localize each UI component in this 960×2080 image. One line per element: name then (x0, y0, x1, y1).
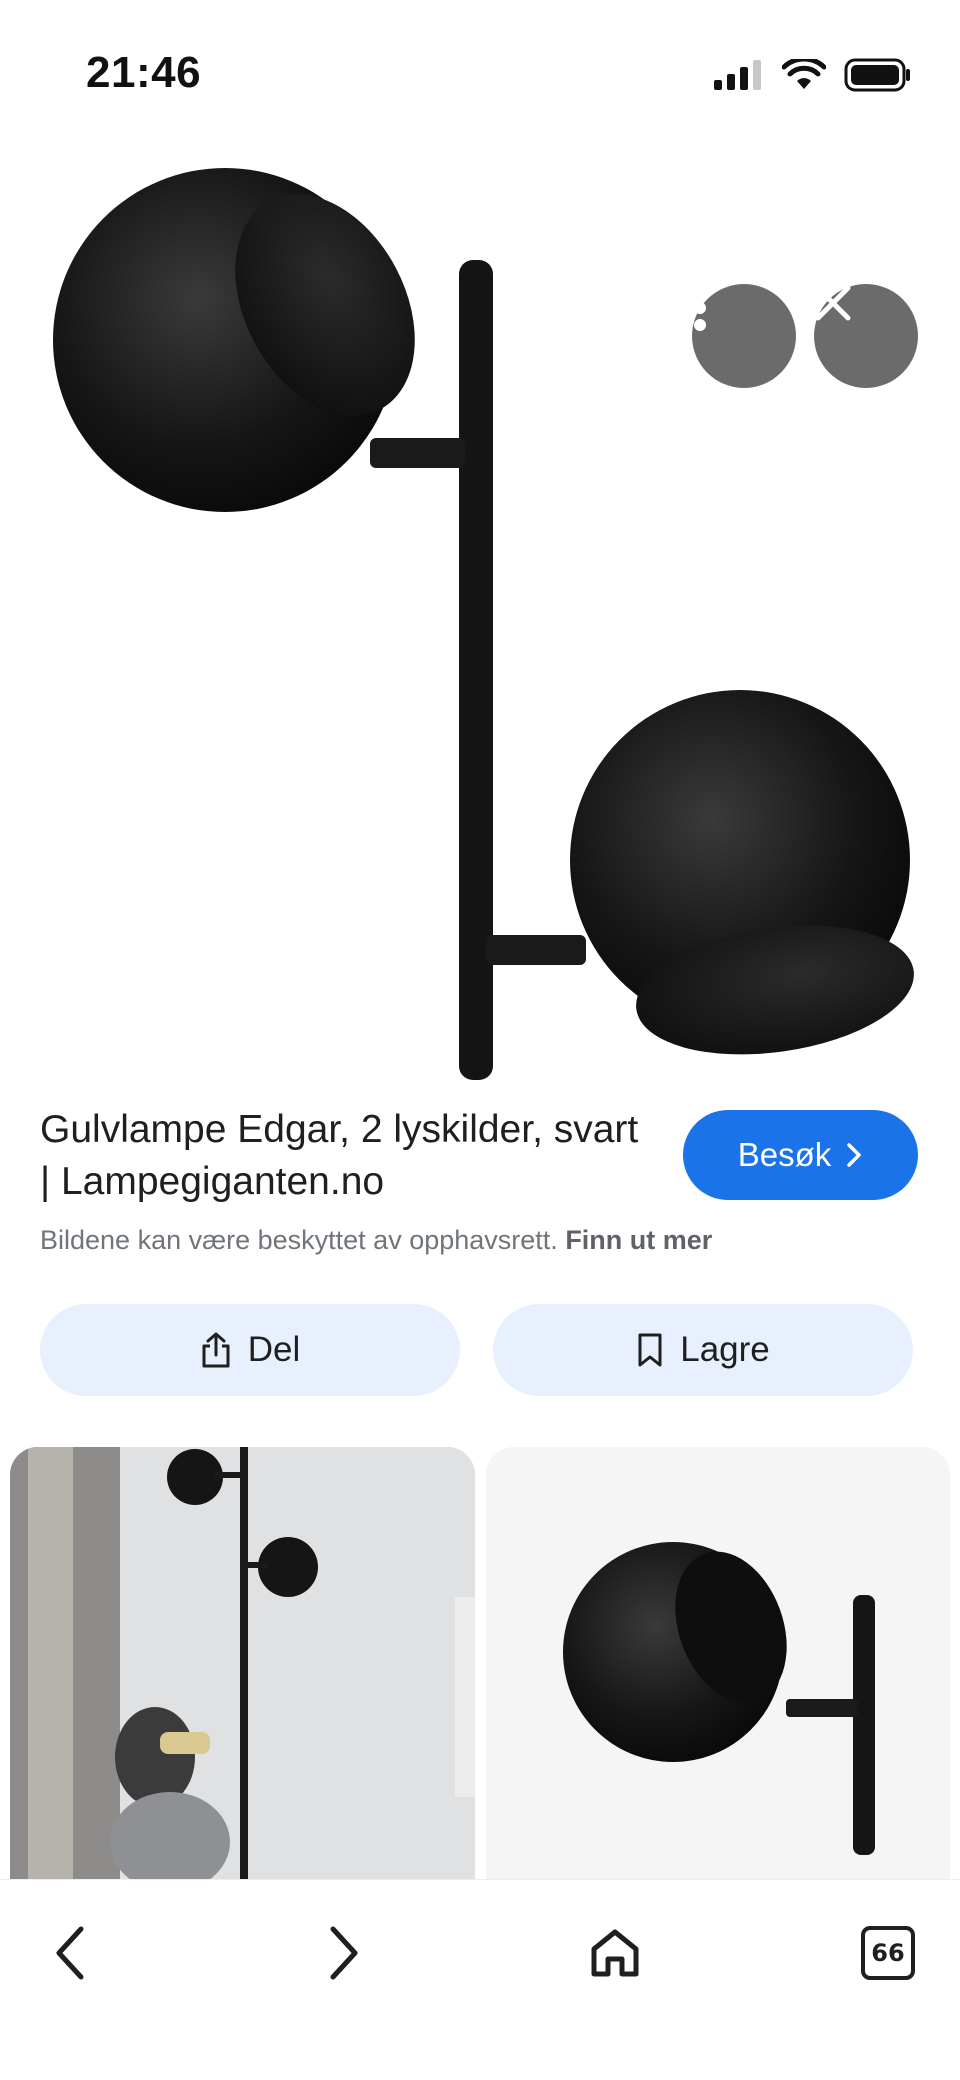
chevron-right-icon (847, 1143, 862, 1167)
copyright-notice: Bildene kan være beskyttet av opphavsret… (40, 1225, 712, 1256)
share-button[interactable]: Del (40, 1304, 460, 1396)
battery-icon (844, 58, 910, 92)
visit-button[interactable]: Besøk (683, 1110, 918, 1200)
close-button[interactable] (814, 284, 918, 388)
home-icon (591, 1929, 639, 1977)
room-lamp-photo (10, 1447, 475, 1879)
chevron-left-icon (56, 1926, 84, 1980)
share-icon (202, 1332, 230, 1368)
close-icon (815, 285, 851, 321)
more-vert-icon (694, 285, 706, 331)
copyright-text: Bildene kan være beskyttet av opphavsret… (40, 1225, 558, 1255)
related-image-1[interactable] (10, 1447, 475, 1879)
status-time: 21:46 (86, 48, 202, 97)
result-title[interactable]: Gulvlampe Edgar, 2 lyskilder, svart | La… (40, 1104, 640, 1208)
status-bar: 21:46 (0, 0, 960, 140)
tabs-button[interactable]: 66 (843, 1908, 933, 1998)
related-image-2[interactable] (486, 1447, 950, 1879)
visit-label: Besøk (737, 1136, 832, 1173)
learn-more-link[interactable]: Finn ut mer (565, 1225, 712, 1255)
share-label: Del (247, 1330, 301, 1369)
home-button[interactable] (570, 1908, 660, 1998)
more-options-button[interactable] (692, 284, 796, 388)
floor-lamp-illustration (53, 168, 914, 1080)
lamp-detail-photo (486, 1447, 950, 1879)
cellular-signal-icon (714, 60, 761, 90)
wifi-icon (782, 59, 826, 89)
back-button[interactable] (26, 1908, 116, 1998)
product-image[interactable] (0, 140, 960, 1080)
bottom-navigation: 66 (0, 1879, 960, 2080)
tabs-count: 66 (861, 1926, 915, 1980)
status-icons (714, 58, 912, 92)
forward-button[interactable] (298, 1908, 388, 1998)
save-label: Lagre (680, 1330, 770, 1369)
bookmark-icon (638, 1333, 662, 1367)
chevron-right-icon (330, 1926, 358, 1980)
save-button[interactable]: Lagre (493, 1304, 913, 1396)
